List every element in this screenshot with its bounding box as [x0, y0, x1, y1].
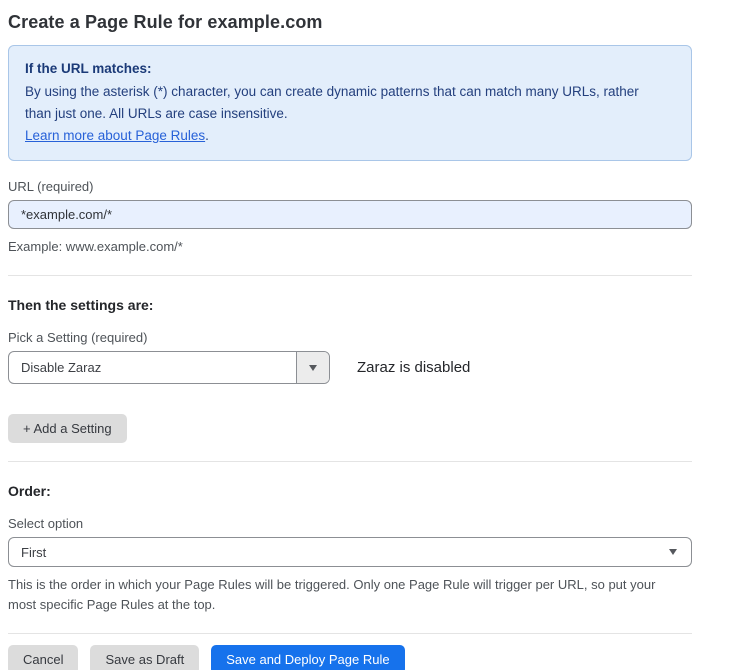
chevron-down-icon [309, 365, 317, 371]
info-box-body: By using the asterisk (*) character, you… [25, 81, 665, 125]
settings-section-heading: Then the settings are: [8, 297, 692, 313]
setting-dropdown[interactable]: Disable Zaraz [8, 351, 330, 384]
divider [8, 275, 692, 276]
setting-row: Disable Zaraz Zaraz is disabled [8, 351, 692, 384]
info-box-link-line: Learn more about Page Rules. [25, 125, 675, 147]
url-input[interactable] [8, 200, 692, 229]
divider [8, 633, 692, 634]
cancel-button[interactable]: Cancel [8, 645, 78, 670]
learn-more-link[interactable]: Learn more about Page Rules [25, 128, 205, 143]
save-and-deploy-button[interactable]: Save and Deploy Page Rule [211, 645, 404, 670]
order-select[interactable]: First [8, 537, 692, 567]
setting-dropdown-arrow-button[interactable] [296, 352, 329, 383]
form-content: Create a Page Rule for example.com If th… [8, 12, 692, 670]
url-example-text: Example: www.example.com/* [8, 237, 680, 257]
setting-dropdown-value: Disable Zaraz [9, 352, 296, 383]
chevron-down-icon [669, 549, 677, 555]
order-select-value: First [21, 545, 46, 560]
url-match-info-box: If the URL matches: By using the asteris… [8, 45, 692, 161]
form-actions: Cancel Save as Draft Save and Deploy Pag… [8, 645, 692, 670]
create-page-rule-page: Create a Page Rule for example.com If th… [0, 0, 750, 670]
divider [8, 461, 692, 462]
setting-status-text: Zaraz is disabled [357, 359, 470, 376]
select-option-label: Select option [8, 516, 692, 531]
page-title: Create a Page Rule for example.com [8, 12, 692, 33]
order-section-heading: Order: [8, 483, 692, 499]
url-field-label: URL (required) [8, 179, 692, 194]
info-box-heading: If the URL matches: [25, 58, 675, 80]
pick-setting-label: Pick a Setting (required) [8, 330, 692, 345]
save-as-draft-button[interactable]: Save as Draft [90, 645, 199, 670]
link-suffix: . [205, 128, 209, 143]
add-setting-button[interactable]: + Add a Setting [8, 414, 127, 443]
order-help-text: This is the order in which your Page Rul… [8, 575, 680, 615]
